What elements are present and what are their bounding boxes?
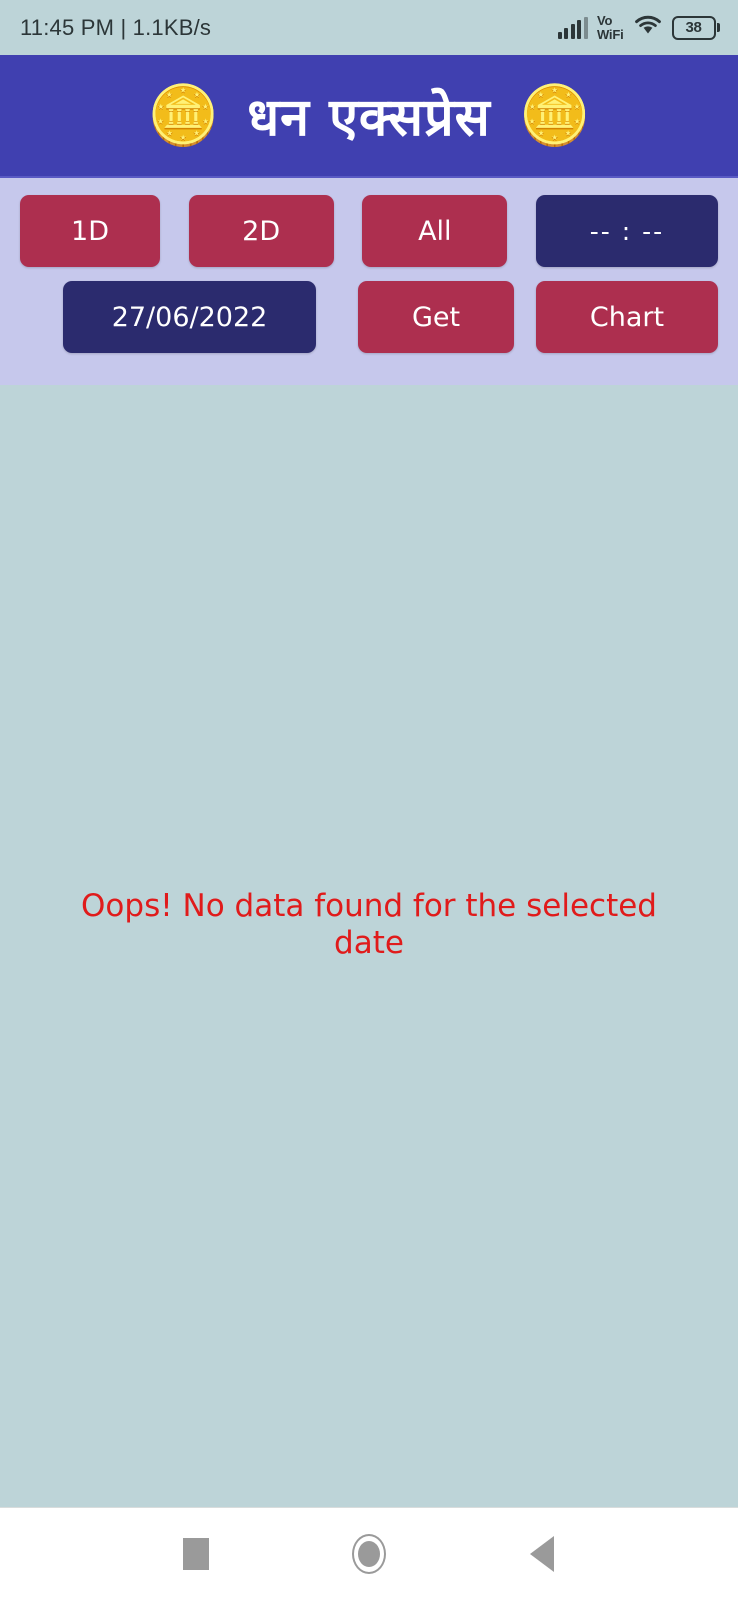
battery-icon: 38	[671, 15, 720, 40]
date-picker-button[interactable]: 27/06/2022	[63, 281, 316, 353]
vo-wifi-icon: Vo WiFi	[597, 14, 624, 41]
back-button[interactable]	[514, 1526, 570, 1582]
recents-button[interactable]	[168, 1526, 224, 1582]
back-triangle-icon	[529, 1536, 554, 1572]
wifi-label: WiFi	[596, 26, 624, 42]
get-button[interactable]: Get	[358, 281, 514, 353]
status-icons: Vo WiFi 38	[557, 13, 720, 42]
battery-level-label: 38	[685, 19, 702, 36]
filter-1d-button[interactable]: 1D	[20, 195, 160, 267]
toolbar-row-filters: 1D 2D All -- : --	[20, 195, 718, 267]
toolbar-row-actions: 27/06/2022 Get Chart	[20, 281, 718, 353]
app-header: 🪙 धन एक्सप्रेस 🪙	[0, 55, 738, 178]
home-circle-icon	[351, 1534, 386, 1574]
time-picker-button[interactable]: -- : --	[535, 195, 718, 267]
wifi-icon	[633, 13, 663, 42]
status-bar: 11:45 PM | 1.1KB/s Vo WiFi 38	[0, 0, 738, 55]
filter-all-button[interactable]: All	[362, 195, 508, 267]
results-area: Oops! No data found for the selected dat…	[0, 385, 738, 1507]
filter-toolbar: 1D 2D All -- : -- 27/06/2022 Get Chart	[0, 178, 738, 385]
vo-label: Vo	[596, 13, 613, 29]
android-navigation-bar	[0, 1507, 738, 1600]
chart-button[interactable]: Chart	[536, 281, 718, 353]
app-title: धन एक्सप्रेस	[247, 88, 491, 148]
money-bag-right-icon: 🪙	[518, 82, 592, 148]
recents-square-icon	[183, 1538, 210, 1570]
empty-state-message: Oops! No data found for the selected dat…	[81, 888, 657, 961]
status-time-and-network-speed: 11:45 PM | 1.1KB/s	[20, 14, 212, 40]
signal-bars-icon	[557, 16, 588, 39]
filter-2d-button[interactable]: 2D	[188, 195, 334, 267]
home-button[interactable]	[341, 1526, 397, 1582]
money-bag-left-icon: 🪙	[146, 82, 220, 148]
